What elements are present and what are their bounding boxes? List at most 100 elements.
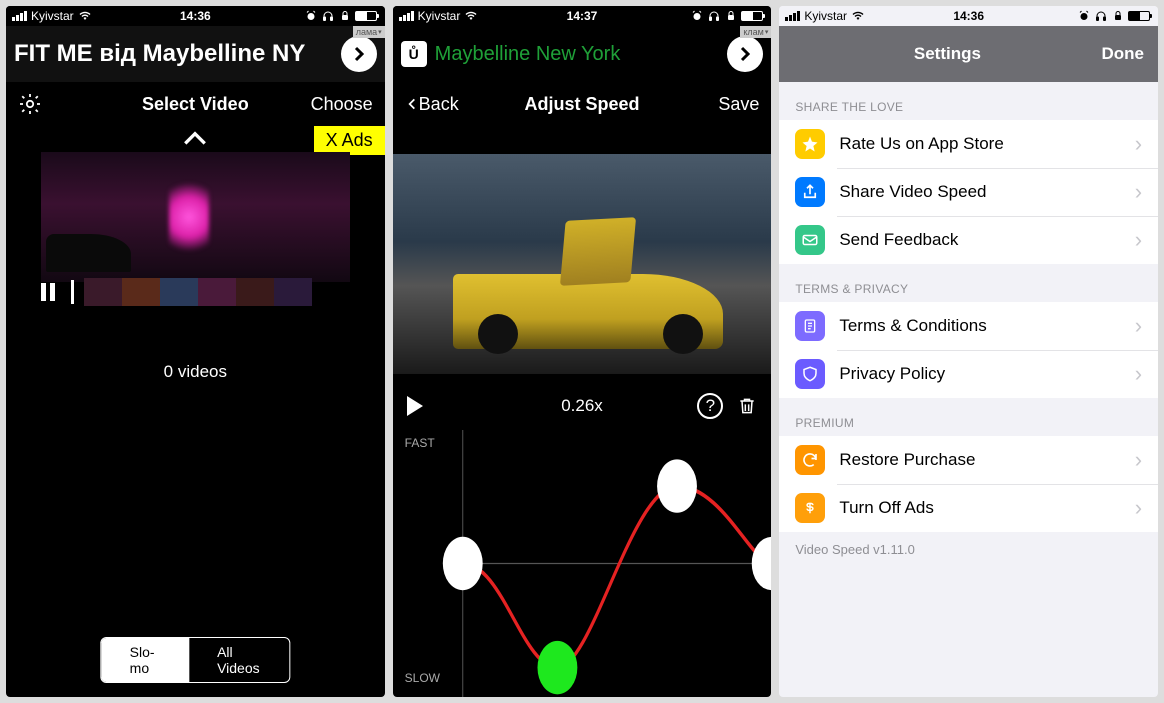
speed-label: 0.26x xyxy=(561,396,603,416)
chevron-right-icon: › xyxy=(1135,227,1142,253)
chevron-up-icon[interactable] xyxy=(182,126,208,154)
lock-icon xyxy=(1111,10,1125,22)
wifi-icon xyxy=(78,10,92,22)
settings-title: Settings xyxy=(914,44,981,64)
ad-arrow-button[interactable] xyxy=(727,36,763,72)
choose-button[interactable]: Choose xyxy=(311,94,373,115)
ad-arrow-button[interactable] xyxy=(341,36,377,72)
wifi-icon xyxy=(851,10,865,22)
section-share: SHARE THE LOVE xyxy=(779,82,1158,120)
star-icon xyxy=(795,129,825,159)
document-icon xyxy=(795,311,825,341)
share-icon xyxy=(795,177,825,207)
battery-icon xyxy=(1128,11,1150,21)
clock: 14:37 xyxy=(567,9,598,23)
save-button[interactable]: Save xyxy=(718,94,759,115)
row-feedback[interactable]: Send Feedback › xyxy=(779,216,1158,264)
nav-title: Select Video xyxy=(142,94,249,115)
chevron-right-icon: › xyxy=(1135,313,1142,339)
signal-icon xyxy=(399,11,414,21)
trash-icon[interactable] xyxy=(737,395,757,417)
nav-bar: Back Adjust Speed Save xyxy=(393,82,772,126)
signal-icon xyxy=(12,11,27,21)
playhead[interactable] xyxy=(71,280,74,304)
row-label: Share Video Speed xyxy=(839,182,986,202)
alarm-icon xyxy=(690,10,704,22)
row-label: Privacy Policy xyxy=(839,364,945,384)
ad-banner[interactable]: лама▾ FIT ME від Maybelline NY xyxy=(6,26,385,82)
chevron-right-icon xyxy=(350,45,368,63)
headphones-icon xyxy=(707,10,721,22)
chevron-right-icon xyxy=(736,45,754,63)
gear-icon[interactable] xyxy=(18,92,42,116)
row-restore-purchase[interactable]: Restore Purchase › xyxy=(779,436,1158,484)
ad-title: Maybelline New York xyxy=(435,43,621,66)
chevron-right-icon: › xyxy=(1135,447,1142,473)
version-label: Video Speed v1.11.0 xyxy=(779,532,1158,567)
headphones-icon xyxy=(321,10,335,22)
row-share[interactable]: Share Video Speed › xyxy=(779,168,1158,216)
shield-icon xyxy=(795,359,825,389)
ad-logo: Ů xyxy=(401,41,427,67)
row-label: Terms & Conditions xyxy=(839,316,986,336)
segment-all-videos[interactable]: All Videos xyxy=(189,638,289,682)
clock: 14:36 xyxy=(180,9,211,23)
nav-title: Adjust Speed xyxy=(524,94,639,115)
alarm-icon xyxy=(1077,10,1091,22)
restore-icon xyxy=(795,445,825,475)
status-bar: Kyivstar 14:36 xyxy=(6,6,385,26)
section-terms: TERMS & PRIVACY xyxy=(779,264,1158,302)
screen-adjust-speed: Kyivstar 14:37 клам▾ Ů Maybelline New Yo… xyxy=(393,6,772,697)
lock-icon xyxy=(724,10,738,22)
carrier-label: Kyivstar xyxy=(31,9,74,23)
row-label: Turn Off Ads xyxy=(839,498,934,518)
row-privacy[interactable]: Privacy Policy › xyxy=(779,350,1158,398)
done-button[interactable]: Done xyxy=(1102,44,1145,64)
thumbnail-strip[interactable] xyxy=(84,278,312,306)
carrier-label: Kyivstar xyxy=(804,9,847,23)
curve-handle[interactable] xyxy=(657,459,697,512)
curve-handle[interactable] xyxy=(751,537,771,590)
row-rate-us[interactable]: Rate Us on App Store › xyxy=(779,120,1158,168)
screen-select-video: Kyivstar 14:36 лама▾ FIT ME від Maybelli… xyxy=(6,6,385,697)
mail-icon xyxy=(795,225,825,255)
row-terms[interactable]: Terms & Conditions › xyxy=(779,302,1158,350)
segment-slomo[interactable]: Slo-mo xyxy=(102,638,189,682)
screen-settings: Kyivstar 14:36 Settings Done SHARE THE L… xyxy=(779,6,1158,697)
alarm-icon xyxy=(304,10,318,22)
dollar-icon xyxy=(795,493,825,523)
chevron-right-icon: › xyxy=(1135,131,1142,157)
signal-icon xyxy=(785,11,800,21)
video-preview[interactable] xyxy=(393,154,772,374)
chevron-right-icon: › xyxy=(1135,495,1142,521)
clock: 14:36 xyxy=(953,9,984,23)
status-bar: Kyivstar 14:36 xyxy=(779,6,1158,26)
row-label: Rate Us on App Store xyxy=(839,134,1003,154)
ad-banner[interactable]: клам▾ Ů Maybelline New York xyxy=(393,26,772,82)
pause-button[interactable] xyxy=(41,283,55,301)
nav-bar: Select Video Choose xyxy=(6,82,385,126)
close-ads-button[interactable]: X Ads xyxy=(314,126,385,155)
status-bar: Kyivstar 14:37 xyxy=(393,6,772,26)
headphones-icon xyxy=(1094,10,1108,22)
segmented-control[interactable]: Slo-mo All Videos xyxy=(101,637,290,683)
speed-curve-editor[interactable]: FAST SLOW xyxy=(393,430,772,697)
section-premium: PREMIUM xyxy=(779,398,1158,436)
video-thumbnail[interactable] xyxy=(41,152,350,282)
help-button[interactable]: ? xyxy=(697,393,723,419)
wifi-icon xyxy=(464,10,478,22)
playback-controls: 0.26x ? xyxy=(393,386,772,426)
curve-handle-active[interactable] xyxy=(537,641,577,694)
row-turn-off-ads[interactable]: Turn Off Ads › xyxy=(779,484,1158,532)
back-button[interactable]: Back xyxy=(405,94,459,115)
video-preview: X Ads xyxy=(6,126,385,306)
battery-icon xyxy=(355,11,377,21)
play-button[interactable] xyxy=(407,396,423,416)
chevron-right-icon: › xyxy=(1135,361,1142,387)
battery-icon xyxy=(741,11,763,21)
ad-tag: клам▾ xyxy=(740,26,771,38)
ad-tag: лама▾ xyxy=(353,26,385,38)
video-count-label: 0 videos xyxy=(6,362,385,382)
row-label: Send Feedback xyxy=(839,230,958,250)
curve-handle[interactable] xyxy=(442,537,482,590)
